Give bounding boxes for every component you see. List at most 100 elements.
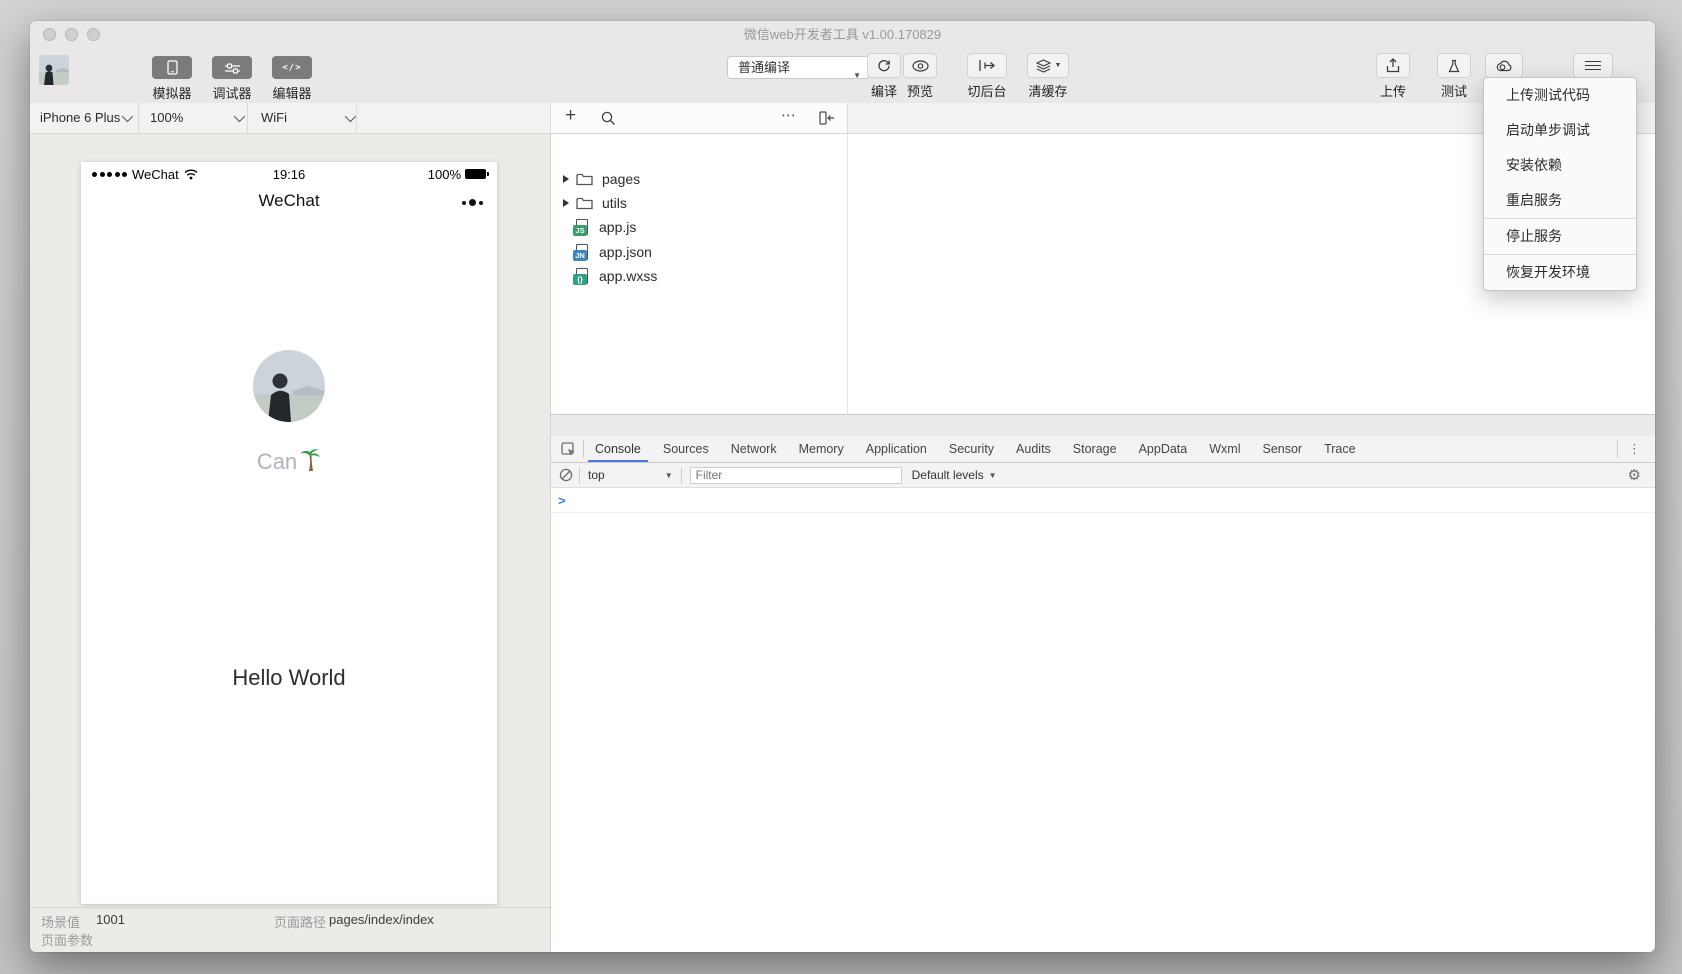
flask-icon	[1437, 53, 1471, 78]
add-file-button[interactable]: +	[565, 105, 576, 127]
menu-item-restore-env[interactable]: 恢复开发环境	[1484, 254, 1636, 290]
chevron-down-icon	[345, 111, 356, 122]
devtools-panel: Console Sources Network Memory Applicati…	[550, 414, 1655, 952]
zoom-select-value: 100%	[150, 110, 183, 125]
log-level-value: Default levels	[912, 468, 984, 482]
tab-console[interactable]: Console	[584, 436, 652, 462]
zoom-select[interactable]: 100%	[150, 103, 183, 133]
tab-sources[interactable]: Sources	[652, 436, 720, 462]
frame-context-select[interactable]: top ▼	[580, 468, 681, 482]
layers-icon: ▼	[1027, 53, 1069, 78]
device-bar: iPhone 6 Plus 100% WiFi + ⋯	[30, 103, 1655, 134]
avatar-photo-placeholder	[39, 55, 69, 85]
debugger-toggle-button[interactable]: 调试器	[212, 56, 252, 102]
preview-label: 预览	[892, 81, 948, 100]
overflow-menu-button[interactable]	[1573, 53, 1613, 78]
window-title: 微信web开发者工具 v1.00.170829	[30, 21, 1655, 48]
scene-value: 1001	[96, 912, 125, 927]
network-select-value: WiFi	[261, 110, 287, 125]
clear-cache-button[interactable]: ▼ 清缓存	[1020, 53, 1076, 100]
collapse-panel-icon[interactable]	[819, 111, 835, 125]
devtools-menu-button[interactable]: ⋮	[1618, 436, 1655, 462]
compile-mode-value: 普通编译	[738, 60, 790, 75]
upload-label: 上传	[1365, 81, 1421, 100]
divider	[247, 103, 248, 133]
status-time: 19:16	[81, 167, 497, 182]
test-button[interactable]: 测试	[1426, 53, 1482, 100]
cloud-dropdown-menu: 上传测试代码 启动单步调试 安装依赖 重启服务 停止服务 恢复开发环境	[1483, 77, 1637, 291]
clear-console-button[interactable]	[559, 468, 579, 482]
tab-audits[interactable]: Audits	[1005, 436, 1062, 462]
menu-item-install-deps[interactable]: 安装依赖	[1484, 148, 1636, 183]
file-tree-panel: pages utils JS app.js JN app.json {}	[550, 134, 848, 414]
tab-trace[interactable]: Trace	[1313, 436, 1367, 462]
disclosure-triangle-icon[interactable]	[563, 175, 569, 183]
chevron-down-icon: ▼	[989, 471, 997, 480]
divider	[138, 103, 139, 133]
tree-item-app-js[interactable]: JS app.js	[573, 215, 636, 239]
simulator-toggle-label: 模拟器	[152, 83, 192, 102]
page-title: WeChat	[81, 186, 497, 218]
preview-button[interactable]: 预览	[892, 53, 948, 100]
debugger-toggle-label: 调试器	[212, 83, 252, 102]
chevron-down-icon	[122, 111, 133, 122]
tab-sensor[interactable]: Sensor	[1251, 436, 1313, 462]
chevron-down-icon: ▼	[1055, 62, 1062, 69]
console-output[interactable]: >	[551, 488, 1655, 513]
disclosure-triangle-icon[interactable]	[563, 199, 569, 207]
more-options-button[interactable]: ⋯	[781, 106, 797, 124]
menu-item-upload-test-code[interactable]: 上传测试代码	[1484, 78, 1636, 113]
search-icon[interactable]	[601, 111, 616, 126]
menu-item-restart-service[interactable]: 重启服务	[1484, 183, 1636, 218]
wxss-file-icon: {}	[573, 268, 590, 285]
tab-network[interactable]: Network	[720, 436, 788, 462]
menu-item-start-step-debug[interactable]: 启动单步调试	[1484, 113, 1636, 148]
device-select[interactable]: iPhone 6 Plus	[40, 103, 120, 133]
tree-item-app-wxss[interactable]: {} app.wxss	[573, 264, 657, 288]
editor-toggle-label: 编辑器	[272, 83, 312, 102]
upload-button[interactable]: 上传	[1365, 53, 1421, 100]
tree-item-app-json[interactable]: JN app.json	[573, 240, 652, 264]
log-level-select[interactable]: Default levels ▼	[912, 468, 997, 482]
folder-icon	[576, 196, 593, 210]
profile-name[interactable]: Can	[81, 448, 497, 475]
tab-wxml[interactable]: Wxml	[1198, 436, 1251, 462]
page-path-value: pages/index/index	[329, 912, 434, 927]
upload-icon	[1376, 53, 1410, 78]
frame-context-value: top	[588, 468, 605, 482]
user-avatar[interactable]	[39, 55, 69, 85]
switch-background-button[interactable]: 切后台	[959, 53, 1015, 100]
phone-nav-bar: WeChat	[81, 186, 497, 218]
tree-item-utils[interactable]: utils	[563, 191, 627, 215]
devtools-tab-bar: Console Sources Network Memory Applicati…	[551, 436, 1655, 463]
more-menu-icon[interactable]	[462, 199, 483, 206]
hamburger-icon	[1573, 53, 1613, 78]
devtools-header-strip	[551, 415, 1655, 436]
chevron-down-icon: ▼	[665, 471, 673, 480]
console-filter-input[interactable]	[690, 467, 902, 484]
inspect-element-button[interactable]	[559, 436, 583, 462]
cloud-menu-button[interactable]	[1485, 53, 1523, 78]
tree-item-label: app.wxss	[599, 268, 657, 284]
tab-application[interactable]: Application	[855, 436, 938, 462]
tree-item-pages[interactable]: pages	[563, 167, 640, 191]
tab-appdata[interactable]: AppData	[1128, 436, 1199, 462]
to-background-icon	[967, 53, 1007, 78]
editor-toggle-button[interactable]: </> 编辑器	[272, 56, 312, 102]
tab-memory[interactable]: Memory	[788, 436, 855, 462]
network-select[interactable]: WiFi	[261, 103, 287, 133]
tree-item-label: app.json	[599, 244, 652, 260]
eye-icon	[903, 53, 937, 78]
profile-avatar[interactable]	[253, 350, 325, 422]
page-params-label: 页面参数	[41, 930, 93, 949]
compile-mode-select[interactable]: 普通编译 ▼	[727, 56, 870, 79]
tab-storage[interactable]: Storage	[1062, 436, 1128, 462]
console-settings-button[interactable]: ⚙	[1628, 466, 1641, 484]
toolbar: 模拟器 调试器 </> 编辑器 普通编译 ▼ 编译	[30, 48, 1655, 103]
switch-background-label: 切后台	[959, 81, 1015, 100]
simulator-footer: 场景值 1001 页面路径 pages/index/index 页面参数	[30, 907, 550, 952]
menu-item-stop-service[interactable]: 停止服务	[1484, 218, 1636, 254]
tab-security[interactable]: Security	[938, 436, 1005, 462]
test-label: 测试	[1426, 81, 1482, 100]
simulator-toggle-button[interactable]: 模拟器	[152, 56, 192, 102]
